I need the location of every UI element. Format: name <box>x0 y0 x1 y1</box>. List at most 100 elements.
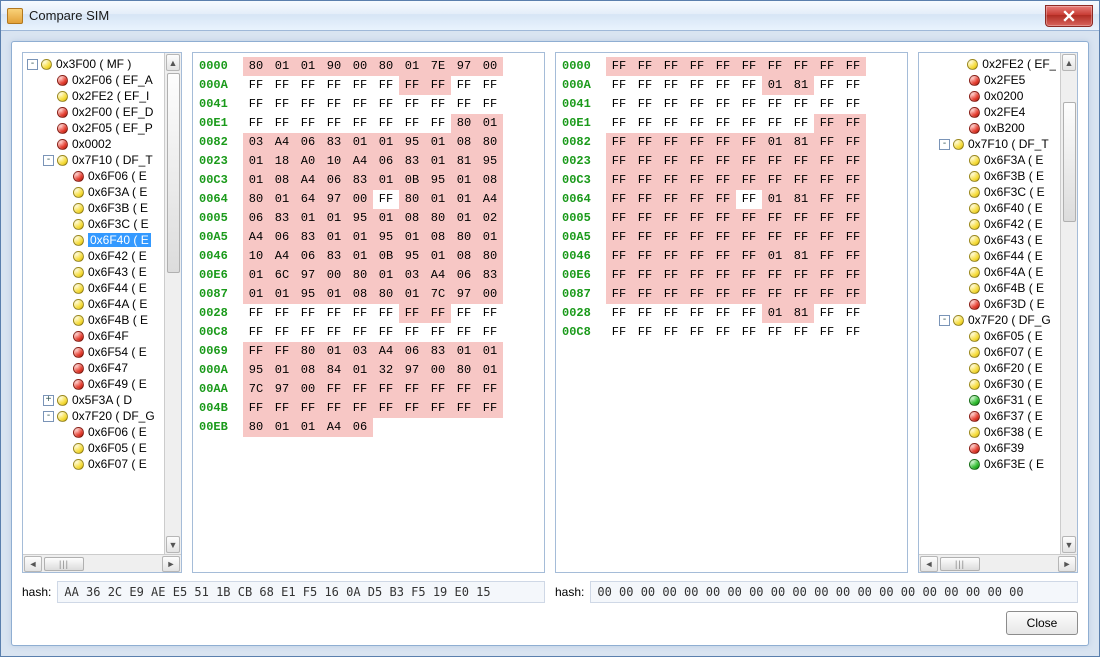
tree-node[interactable]: 0x6F3D ( E <box>919 296 1060 312</box>
scroll-down-icon[interactable]: ▼ <box>166 536 180 553</box>
hex-byte[interactable]: 06 <box>399 342 425 361</box>
hex-byte[interactable]: FF <box>658 133 684 152</box>
tree-node[interactable]: 0x6F3C ( E <box>23 216 164 232</box>
tree-expander[interactable]: - <box>939 139 950 150</box>
hex-byte[interactable]: FF <box>243 114 269 133</box>
hex-byte[interactable]: FF <box>736 190 762 209</box>
scroll-left-icon[interactable]: ◄ <box>24 556 42 572</box>
hex-byte[interactable]: FF <box>632 247 658 266</box>
hex-byte[interactable]: 01 <box>243 152 269 171</box>
hex-byte[interactable]: 08 <box>451 133 477 152</box>
hex-byte[interactable]: 01 <box>295 57 321 76</box>
hex-byte[interactable]: FF <box>269 95 295 114</box>
hex-byte[interactable]: FF <box>762 171 788 190</box>
hex-byte[interactable]: FF <box>425 323 451 342</box>
hex-byte[interactable]: FF <box>399 114 425 133</box>
hex-byte[interactable]: 03 <box>243 133 269 152</box>
hex-byte[interactable]: FF <box>736 95 762 114</box>
hex-byte[interactable]: 83 <box>347 171 373 190</box>
hex-byte[interactable]: 97 <box>321 190 347 209</box>
hex-byte[interactable]: FF <box>710 171 736 190</box>
tree-node[interactable]: 0x6F54 ( E <box>23 344 164 360</box>
hex-byte[interactable]: FF <box>762 95 788 114</box>
hex-byte[interactable]: FF <box>788 171 814 190</box>
hex-byte[interactable]: 64 <box>295 190 321 209</box>
hex-byte[interactable]: 01 <box>451 171 477 190</box>
hex-byte[interactable]: 01 <box>373 133 399 152</box>
scroll-left-icon[interactable]: ◄ <box>920 556 938 572</box>
hex-byte[interactable]: 83 <box>321 133 347 152</box>
hex-byte[interactable]: FF <box>477 399 503 418</box>
hex-byte[interactable]: FF <box>373 76 399 95</box>
tree-node[interactable]: 0x6F06 ( E <box>23 168 164 184</box>
tree-node[interactable]: 0x6F05 ( E <box>919 328 1060 344</box>
hex-byte[interactable]: 7E <box>425 57 451 76</box>
hex-byte[interactable]: FF <box>295 399 321 418</box>
hex-byte[interactable]: FF <box>632 57 658 76</box>
tree-node[interactable]: 0x6F07 ( E <box>23 456 164 472</box>
hex-byte[interactable]: FF <box>632 152 658 171</box>
hex-byte[interactable]: FF <box>684 285 710 304</box>
hex-byte[interactable]: 80 <box>477 133 503 152</box>
hex-byte[interactable]: 01 <box>347 361 373 380</box>
hex-byte[interactable]: 80 <box>451 228 477 247</box>
scroll-right-icon[interactable]: ► <box>1058 556 1076 572</box>
tree-node[interactable]: 0x6F37 ( E <box>919 408 1060 424</box>
hex-byte[interactable]: FF <box>399 380 425 399</box>
hex-byte[interactable]: FF <box>684 266 710 285</box>
hex-byte[interactable]: 00 <box>477 285 503 304</box>
hex-byte[interactable]: FF <box>710 152 736 171</box>
hex-byte[interactable]: 0B <box>399 171 425 190</box>
hex-byte[interactable]: FF <box>762 266 788 285</box>
hex-byte[interactable]: FF <box>710 95 736 114</box>
hex-byte[interactable]: FF <box>658 209 684 228</box>
hex-byte[interactable]: 18 <box>269 152 295 171</box>
hex-byte[interactable]: FF <box>658 76 684 95</box>
tree-node[interactable]: 0x2FE4 <box>919 104 1060 120</box>
hex-byte[interactable]: FF <box>606 247 632 266</box>
hex-byte[interactable]: 80 <box>373 57 399 76</box>
hex-byte[interactable]: 01 <box>373 209 399 228</box>
hex-byte[interactable]: 81 <box>788 133 814 152</box>
hex-byte[interactable]: 80 <box>243 57 269 76</box>
hex-byte[interactable]: 10 <box>321 152 347 171</box>
hex-byte[interactable]: FF <box>269 342 295 361</box>
hex-byte[interactable]: FF <box>658 95 684 114</box>
hex-byte[interactable]: 01 <box>321 228 347 247</box>
left-tree-vscroll[interactable]: ▲ ▼ <box>164 53 181 554</box>
hex-byte[interactable]: 01 <box>243 171 269 190</box>
hex-byte[interactable]: 95 <box>243 361 269 380</box>
hex-byte[interactable]: FF <box>295 114 321 133</box>
hex-byte[interactable]: FF <box>736 209 762 228</box>
tree-node[interactable]: 0x6F06 ( E <box>23 424 164 440</box>
hex-byte[interactable]: 81 <box>788 190 814 209</box>
hex-byte[interactable]: FF <box>425 399 451 418</box>
tree-node[interactable]: 0x6F44 ( E <box>23 280 164 296</box>
hex-byte[interactable]: FF <box>658 190 684 209</box>
tree-node[interactable]: 0x6F4B ( E <box>919 280 1060 296</box>
hex-byte[interactable]: FF <box>814 285 840 304</box>
hex-byte[interactable]: FF <box>658 323 684 342</box>
scroll-thumb[interactable] <box>167 73 180 273</box>
tree-node[interactable]: 0x6F47 <box>23 360 164 376</box>
hex-byte[interactable]: FF <box>373 380 399 399</box>
hex-byte[interactable]: FF <box>840 285 866 304</box>
hex-byte[interactable]: FF <box>425 380 451 399</box>
tree-node[interactable]: -0x7F10 ( DF_T <box>23 152 164 168</box>
hex-byte[interactable]: FF <box>632 209 658 228</box>
hex-byte[interactable]: 08 <box>269 171 295 190</box>
tree-node[interactable]: 0x6F42 ( E <box>919 216 1060 232</box>
tree-node[interactable]: 0x6F31 ( E <box>919 392 1060 408</box>
hex-byte[interactable]: FF <box>451 95 477 114</box>
hex-byte[interactable]: 80 <box>295 342 321 361</box>
hex-byte[interactable]: FF <box>840 95 866 114</box>
hex-byte[interactable]: 81 <box>451 152 477 171</box>
hex-byte[interactable]: 90 <box>321 57 347 76</box>
hex-byte[interactable]: A4 <box>347 152 373 171</box>
hex-byte[interactable]: 80 <box>451 361 477 380</box>
hex-byte[interactable]: 83 <box>477 266 503 285</box>
hex-byte[interactable]: FF <box>658 285 684 304</box>
hex-byte[interactable]: FF <box>606 209 632 228</box>
tree-node[interactable]: 0x2FE2 ( EF_I <box>23 88 164 104</box>
hex-byte[interactable]: FF <box>658 228 684 247</box>
